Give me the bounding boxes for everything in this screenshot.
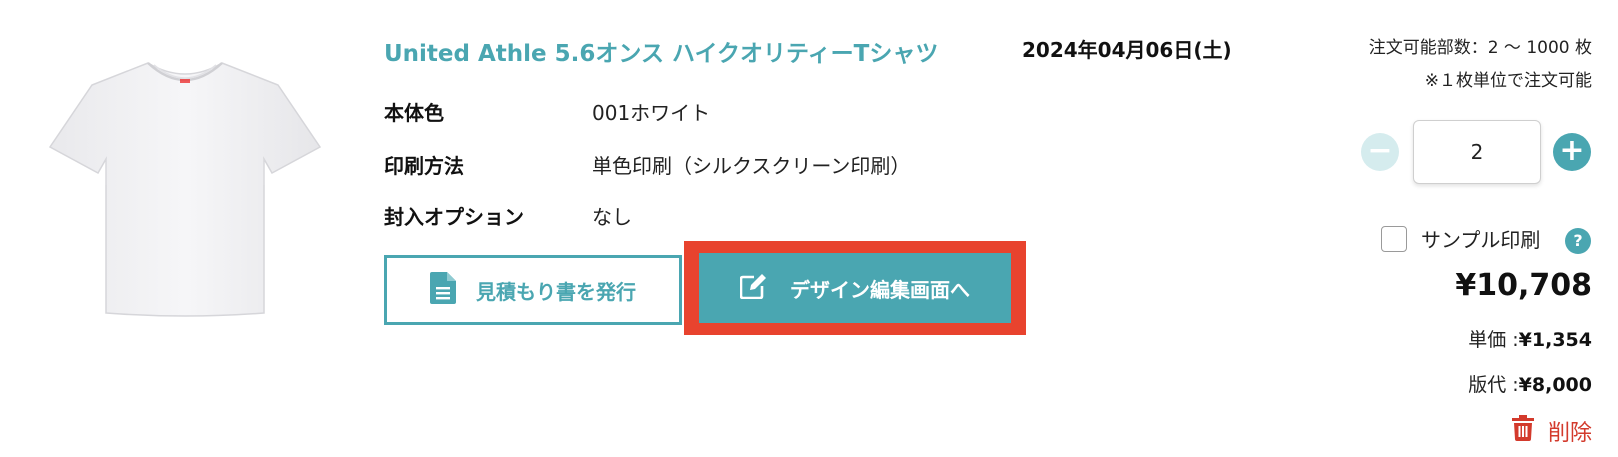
- unit-price-label: 単価 :: [1468, 329, 1519, 351]
- spec-label: 封入オプション: [384, 204, 524, 229]
- help-icon[interactable]: ?: [1565, 228, 1591, 254]
- order-unit-note: ※１枚単位で注文可能: [1424, 71, 1592, 91]
- delete-label: 削除: [1547, 421, 1592, 446]
- design-button-highlight: デザイン編集画面へ: [684, 241, 1026, 335]
- document-icon: [430, 271, 456, 309]
- product-title[interactable]: United Athle 5.6オンス ハイクオリティーTシャツ: [384, 34, 938, 68]
- plate-fee-value: ¥8,000: [1518, 374, 1592, 396]
- delivery-date: 2024年04月06日(土): [1022, 38, 1232, 62]
- delete-button[interactable]: 削除: [1511, 415, 1592, 447]
- sample-print-checkbox[interactable]: [1381, 226, 1407, 252]
- spec-row-print-method: 印刷方法 単色印刷（シルクスクリーン印刷）: [384, 149, 910, 179]
- spec-value: 単色印刷（シルクスクリーン印刷）: [592, 153, 911, 178]
- design-edit-button[interactable]: デザイン編集画面へ: [699, 253, 1011, 323]
- product-image: [40, 55, 330, 325]
- unit-price: 単価 :¥1,354: [1468, 325, 1592, 352]
- sample-print-label[interactable]: サンプル印刷: [1421, 224, 1540, 253]
- plate-fee: 版代 :¥8,000: [1468, 370, 1592, 397]
- spec-label: 本体色: [384, 100, 444, 125]
- cart-item: United Athle 5.6オンス ハイクオリティーTシャツ 2024年04…: [0, 0, 1618, 457]
- plus-icon: +: [1559, 133, 1585, 168]
- unit-price-value: ¥1,354: [1518, 329, 1592, 351]
- design-edit-label: デザイン編集画面へ: [790, 277, 970, 302]
- edit-icon: [739, 273, 768, 304]
- quantity-increase-button[interactable]: +: [1553, 133, 1591, 171]
- plate-fee-label: 版代 :: [1468, 374, 1519, 396]
- spec-row-enclosure-option: 封入オプション なし: [384, 200, 632, 230]
- issue-estimate-button[interactable]: 見積もり書を発行: [384, 255, 682, 325]
- issue-estimate-label: 見積もり書を発行: [476, 279, 636, 304]
- minus-icon: −: [1367, 133, 1393, 168]
- total-price: ¥10,708: [1455, 268, 1592, 303]
- spec-label: 印刷方法: [384, 153, 464, 178]
- spec-value: なし: [592, 204, 632, 229]
- spec-value: 001ホワイト: [592, 100, 711, 125]
- quantity-input[interactable]: [1413, 120, 1541, 184]
- spec-row-body-color: 本体色 001ホワイト: [384, 96, 710, 126]
- order-range-text: 注文可能部数：2 〜 1000 枚: [1368, 38, 1592, 58]
- quantity-decrease-button[interactable]: −: [1361, 133, 1399, 171]
- trash-icon: [1511, 415, 1534, 447]
